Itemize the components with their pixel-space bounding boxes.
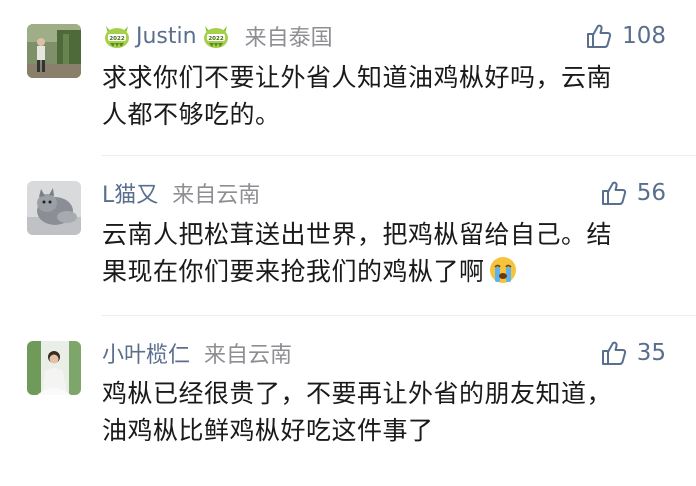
username[interactable]: Justin [136,24,197,49]
comment-text: 求求你们不要让外省人知道油鸡枞好吗，云南 人都不够吃的。 [102,59,672,133]
avatar[interactable] [27,341,81,395]
like-button[interactable]: 35 [601,338,666,368]
dragon-badge-icon: 2022 [201,22,231,50]
avatar[interactable] [27,24,81,78]
like-count: 108 [622,23,666,49]
divider [102,155,696,156]
crying-face-emoji-icon [488,255,518,285]
comment-line-with-emoji: 果现在你们要来抢我们的鸡枞了啊 [102,253,672,290]
username[interactable]: 小叶榄仁 [102,337,190,369]
thumbs-up-icon [601,180,627,206]
like-count: 56 [636,180,666,206]
comment-line: 油鸡枞比鲜鸡枞好吃这件事了 [102,416,434,445]
username[interactable]: L猫又 [102,177,158,209]
comment-line: 求求你们不要让外省人知道油鸡枞好吗，云南 [102,63,613,92]
comment-header: L猫又 来自云南 [102,178,260,208]
comment-line: 果现在你们要来抢我们的鸡枞了啊 [102,257,485,286]
location-label: 来自云南 [172,183,261,208]
comment-text: 云南人把松茸送出世界，把鸡枞留给自己。结 果现在你们要来抢我们的鸡枞了啊 [102,216,672,290]
thumbs-up-icon [601,340,627,366]
location-label: 来自云南 [204,343,293,368]
comment-header: 小叶榄仁 来自云南 [102,338,292,368]
comment-text: 鸡枞已经很贵了，不要再让外省的朋友知道， 油鸡枞比鲜鸡枞好吃这件事了 [102,375,672,449]
comment-line: 人都不够吃的。 [102,100,281,129]
like-count: 35 [636,340,666,366]
dragon-badge-icon: 2022 [102,22,132,50]
comment-header: 2022 Justin 2022 来自泰国 [102,21,333,51]
svg-text:2022: 2022 [208,36,223,42]
svg-text:2022: 2022 [109,36,124,42]
like-button[interactable]: 108 [586,21,666,51]
comment-list: 2022 Justin 2022 来自泰国 108 求求你们不要让外省人知道油鸡… [0,0,696,486]
comment-line: 鸡枞已经很贵了，不要再让外省的朋友知道， [102,379,613,408]
like-button[interactable]: 56 [601,178,666,208]
location-label: 来自泰国 [244,26,333,51]
divider [102,315,696,316]
avatar[interactable] [27,181,81,235]
comment-line: 云南人把松茸送出世界，把鸡枞留给自己。结 [102,220,613,249]
thumbs-up-icon [586,23,612,49]
